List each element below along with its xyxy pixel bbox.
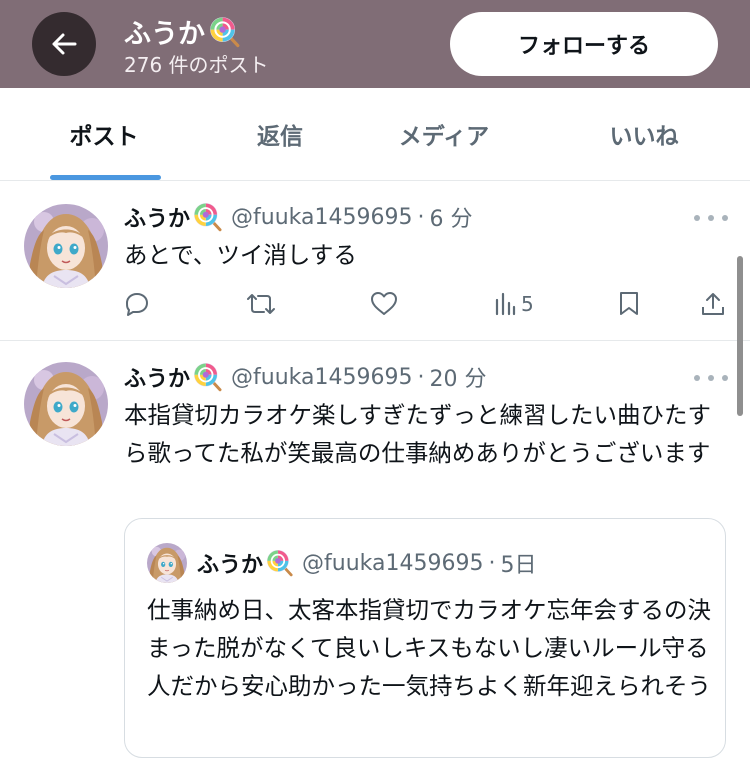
heart-icon <box>371 292 397 315</box>
profile-name: ふうか <box>124 12 241 51</box>
post-divider <box>0 340 750 341</box>
lollipop-emoji-icon <box>193 362 223 392</box>
profile-name-text: ふうか <box>124 19 205 50</box>
profile-header: ふうか 276 件のポスト フォローする <box>0 0 750 88</box>
views-button[interactable]: 5 <box>494 290 534 318</box>
more-options-icon[interactable] <box>694 368 728 388</box>
author-name[interactable]: ふうか <box>124 361 190 393</box>
reply-button[interactable] <box>124 290 150 318</box>
bookmark-icon <box>620 292 638 315</box>
quoted-post-time: 5日 <box>500 553 537 578</box>
quoted-post[interactable]: ふうか @fuuka1459695 · 5日 仕事納め日、太客本指貸切でカラオケ… <box>124 518 726 758</box>
analytics-icon <box>495 292 516 316</box>
reply-icon <box>126 293 148 316</box>
active-tab-indicator <box>50 175 161 180</box>
author-handle[interactable]: @fuuka1459695 <box>231 365 412 390</box>
bookmark-button[interactable] <box>618 290 640 318</box>
repost-button[interactable] <box>246 290 276 318</box>
arrow-left-icon <box>52 33 77 55</box>
lollipop-emoji-icon <box>193 202 223 232</box>
repost-icon <box>247 294 275 314</box>
post-actions: 5 <box>124 290 728 318</box>
avatar[interactable] <box>24 362 108 446</box>
post-text: 本指貸切カラオケ楽しすぎたずっと練習したい曲ひたすら歌ってた私が笑最高の仕事納め… <box>124 401 712 467</box>
share-button[interactable] <box>700 290 726 318</box>
post-time[interactable]: 6 分 <box>429 201 472 233</box>
quoted-author-handle: @fuuka1459695 <box>302 550 484 576</box>
tab-media[interactable]: メディア <box>340 88 548 180</box>
avatar[interactable] <box>24 204 108 288</box>
tab-likes[interactable]: いいね <box>540 88 748 180</box>
more-options-icon[interactable] <box>694 208 728 228</box>
author-handle[interactable]: @fuuka1459695 <box>231 205 412 230</box>
quoted-avatar[interactable] <box>147 543 187 583</box>
meta-separator: · <box>417 364 425 390</box>
quoted-author-name: ふうか <box>197 553 264 578</box>
meta-separator: · <box>417 204 425 230</box>
author-name[interactable]: ふうか <box>124 201 190 233</box>
post-count: 276 件のポスト <box>124 53 269 77</box>
back-button[interactable] <box>32 12 96 76</box>
quoted-post-text: 仕事納め日、太客本指貸切でカラオケ忘年会するの決まった脱がなくて良いしキスもない… <box>147 596 711 700</box>
views-count: 5 <box>521 292 534 316</box>
post-meta: ふうか @fuuka1459695 · 6 分 <box>124 200 472 234</box>
scrollbar[interactable] <box>737 256 743 416</box>
meta-separator: · <box>488 550 496 576</box>
share-icon <box>702 293 724 315</box>
profile-tabs: ポスト 返信 メディア いいね <box>0 88 750 181</box>
follow-button[interactable]: フォローする <box>450 12 718 76</box>
lollipop-emoji-icon <box>266 549 294 577</box>
post-time[interactable]: 20 分 <box>429 361 486 393</box>
post-meta: ふうか @fuuka1459695 · 20 分 <box>124 360 486 394</box>
like-button[interactable] <box>370 290 398 318</box>
quoted-meta: ふうか @fuuka1459695 · 5日 <box>197 547 536 579</box>
lollipop-emoji-icon <box>209 16 241 48</box>
post-text: あとで、ツイ消しする <box>124 241 357 269</box>
